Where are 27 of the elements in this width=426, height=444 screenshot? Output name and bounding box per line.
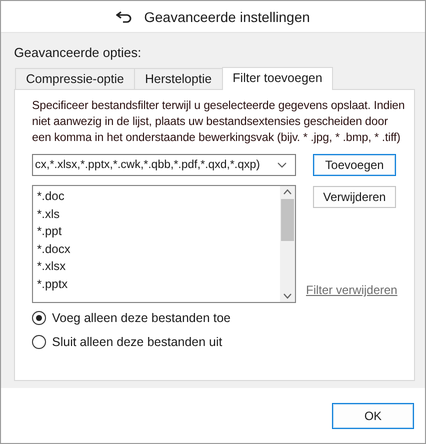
radio-button[interactable]	[32, 311, 46, 325]
list-item[interactable]: *.xls	[37, 206, 276, 223]
radio-label[interactable]: Voeg alleen deze bestanden toe	[52, 311, 231, 325]
remove-filter-link[interactable]: Filter verwijderen	[306, 283, 398, 297]
list-item[interactable]: *.xlsx	[37, 258, 276, 276]
back-arrow-icon[interactable]	[116, 10, 132, 22]
window-title: Geavanceerde instellingen	[144, 8, 310, 24]
ok-button[interactable]: OK	[332, 402, 414, 428]
chevron-down-icon[interactable]	[283, 293, 292, 299]
chevron-down-icon	[277, 162, 287, 168]
radio-button[interactable]	[32, 335, 46, 349]
section-heading: Geavanceerde opties:	[14, 45, 142, 60]
scrollbar-thumb[interactable]	[281, 199, 294, 241]
scrollbar[interactable]	[280, 186, 295, 302]
list-item[interactable]: *.docx	[37, 240, 276, 258]
filter-dropdown[interactable]: cx,*.xlsx,*.pptx,*.cwk,*.qbb,*.pdf,*.qxd,*.qxp)	[32, 154, 296, 176]
tab[interactable]: Filter toevoegen	[222, 67, 334, 90]
list-item[interactable]: *.ppt	[37, 223, 276, 240]
tab[interactable]: Hersteloptie	[134, 68, 223, 89]
remove-button[interactable]: Verwijderen	[313, 186, 396, 208]
list-item[interactable]: *.doc	[37, 188, 276, 206]
chevron-up-icon[interactable]	[283, 189, 292, 195]
list-item[interactable]: *.pptx	[37, 276, 276, 293]
tab[interactable]: Compressie-optie	[15, 68, 135, 89]
description-text: Specificeer bestandsfilter terwijl u geselecteerde gegevens opslaat. Indien niet aanwezig in de lijst, plaats uw bestandsextensies gescheiden door een komma in het onderstaande bewerkingsvak (bijv. * .jpg, * .bmp, * .tiff)	[32, 98, 406, 146]
radio-label[interactable]: Sluit alleen deze bestanden uit	[52, 335, 222, 349]
add-button[interactable]: Toevoegen	[313, 154, 396, 176]
